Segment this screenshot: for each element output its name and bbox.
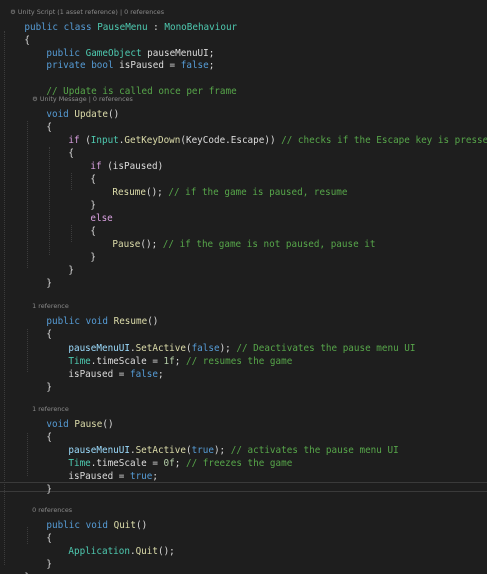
method-name: Quit: [113, 520, 136, 531]
code-line-brace[interactable]: {: [24, 108, 52, 133]
method-name: Quit: [135, 546, 158, 557]
code-line-brace[interactable]: }: [24, 545, 52, 570]
codelens-quit[interactable]: 0 references: [24, 497, 72, 514]
field-name: isPaused =: [113, 60, 181, 71]
base-class-name: MonoBehaviour: [164, 22, 238, 33]
keyword: class: [63, 22, 92, 33]
code-line-timescale-zero[interactable]: Time.timeScale = 0f; // freezes the game: [46, 444, 292, 469]
call: ();: [140, 239, 163, 250]
call: ();: [157, 546, 175, 557]
semicolon: ;: [174, 356, 181, 367]
parens: (): [135, 520, 148, 531]
code-line-brace[interactable]: {: [24, 519, 52, 544]
code-line-brace[interactable]: {: [68, 160, 96, 185]
code-line-ispaused-false[interactable]: isPaused = false;: [46, 355, 163, 380]
comment: // if the game is not paused, pause it: [162, 239, 376, 250]
literal: true: [129, 471, 153, 482]
code-line-brace[interactable]: }: [2, 558, 30, 574]
assignment: isPaused =: [68, 471, 130, 482]
code-line-brace[interactable]: }: [68, 186, 96, 211]
code-line-brace[interactable]: {: [68, 212, 96, 237]
code-line-update-signature[interactable]: void Update(): [24, 95, 119, 120]
codelens-resume[interactable]: 1 reference: [24, 293, 69, 310]
code-line-brace[interactable]: }: [24, 368, 52, 393]
codelens-pause[interactable]: 1 reference: [24, 396, 69, 413]
code-line-application-quit[interactable]: Application.Quit();: [46, 532, 174, 557]
code-line-field-paused[interactable]: private bool isPaused = false;: [24, 46, 214, 71]
code-line-brace[interactable]: }: [24, 470, 52, 495]
semicolon: ;: [208, 60, 215, 71]
codelens-class[interactable]: ⚙ Unity Script (1 asset reference) | 0 re…: [2, 0, 164, 16]
number: 0f: [163, 458, 175, 469]
keyword: bool: [91, 60, 114, 71]
keyword: void: [85, 520, 108, 531]
method-name: Update: [74, 109, 108, 120]
parens: (): [147, 316, 159, 327]
type-name: Application: [68, 546, 130, 557]
code-line-setactive-false[interactable]: pauseMenuUI.SetActive(false); // Deactiv…: [46, 329, 415, 354]
brace: }: [90, 252, 96, 263]
method-name: Pause: [112, 239, 141, 250]
class-name: PauseMenu: [97, 22, 148, 33]
code-line-pause-call[interactable]: Pause(); // if the game is not paused, p…: [90, 225, 375, 250]
code-line-brace[interactable]: {: [46, 134, 74, 159]
codelens-update[interactable]: ⚙ Unity Message | 0 references: [24, 86, 133, 103]
code-line-if-paused[interactable]: if (isPaused): [68, 147, 163, 172]
code-line-brace[interactable]: }: [68, 238, 96, 263]
code-line-comment[interactable]: // Update is called once per frame: [24, 72, 236, 97]
code-line-brace[interactable]: {: [24, 418, 52, 443]
punctuation: :: [147, 22, 165, 33]
code-editor[interactable]: ⚙ Unity Script (1 asset reference) | 0 re…: [0, 0, 487, 574]
method-name: Pause: [74, 419, 103, 430]
code-line-resume-signature[interactable]: public void Resume(): [24, 302, 158, 327]
code-line-ispaused-true[interactable]: isPaused = true;: [46, 457, 158, 482]
code-line-quit-signature[interactable]: public void Quit(): [24, 506, 147, 531]
code-line-resume-call[interactable]: Resume(); // if the game is paused, resu…: [90, 173, 347, 198]
code-line-brace[interactable]: }: [24, 264, 52, 289]
parens: (): [102, 419, 114, 430]
assignment: isPaused =: [68, 369, 130, 380]
arguments: (KeyCode.Escape)): [180, 135, 282, 146]
brace: }: [68, 265, 74, 276]
brace: }: [46, 278, 52, 289]
method-name: Resume: [113, 316, 148, 327]
comment: // if the game is paused, resume: [168, 187, 348, 198]
call: ();: [145, 187, 169, 198]
comment: // checks if the Escape key is pressed: [281, 135, 487, 146]
keyword: private: [46, 60, 86, 71]
brace: }: [46, 559, 52, 570]
semicolon: ;: [157, 369, 164, 380]
keyword: void: [85, 316, 108, 327]
code-line-class-declaration[interactable]: public class PauseMenu : MonoBehaviour: [2, 8, 237, 33]
number: 1f: [163, 356, 175, 367]
code-line-brace[interactable]: }: [46, 251, 74, 276]
parens: (): [107, 109, 120, 120]
condition: (isPaused): [101, 161, 164, 172]
brace: }: [46, 382, 52, 393]
code-line-timescale-one[interactable]: Time.timeScale = 1f; // resumes the game: [46, 342, 292, 367]
code-line-if-escape[interactable]: if (Input.GetKeyDown(KeyCode.Escape)) //…: [46, 121, 487, 146]
comment: // freezes the game: [185, 458, 293, 469]
literal: false: [129, 369, 158, 380]
semicolon: ;: [174, 458, 181, 469]
code-line-brace[interactable]: {: [24, 315, 52, 340]
method-name: GetKeyDown: [124, 135, 181, 146]
code-line-brace[interactable]: {: [2, 21, 30, 46]
type-name: Input: [90, 135, 119, 146]
method-name: Resume: [112, 187, 146, 198]
brace: }: [46, 484, 52, 495]
literal: false: [180, 60, 209, 71]
code-line-else[interactable]: else: [68, 199, 112, 224]
code-line-setactive-true[interactable]: pauseMenuUI.SetActive(true); // activate…: [46, 431, 398, 456]
semicolon: ;: [152, 471, 158, 482]
comment: // resumes the game: [185, 356, 293, 367]
indent-guide: [4, 31, 5, 565]
punctuation: (: [79, 135, 91, 146]
code-line-pause-signature[interactable]: void Pause(): [24, 405, 113, 430]
method-separator: [0, 491, 487, 492]
